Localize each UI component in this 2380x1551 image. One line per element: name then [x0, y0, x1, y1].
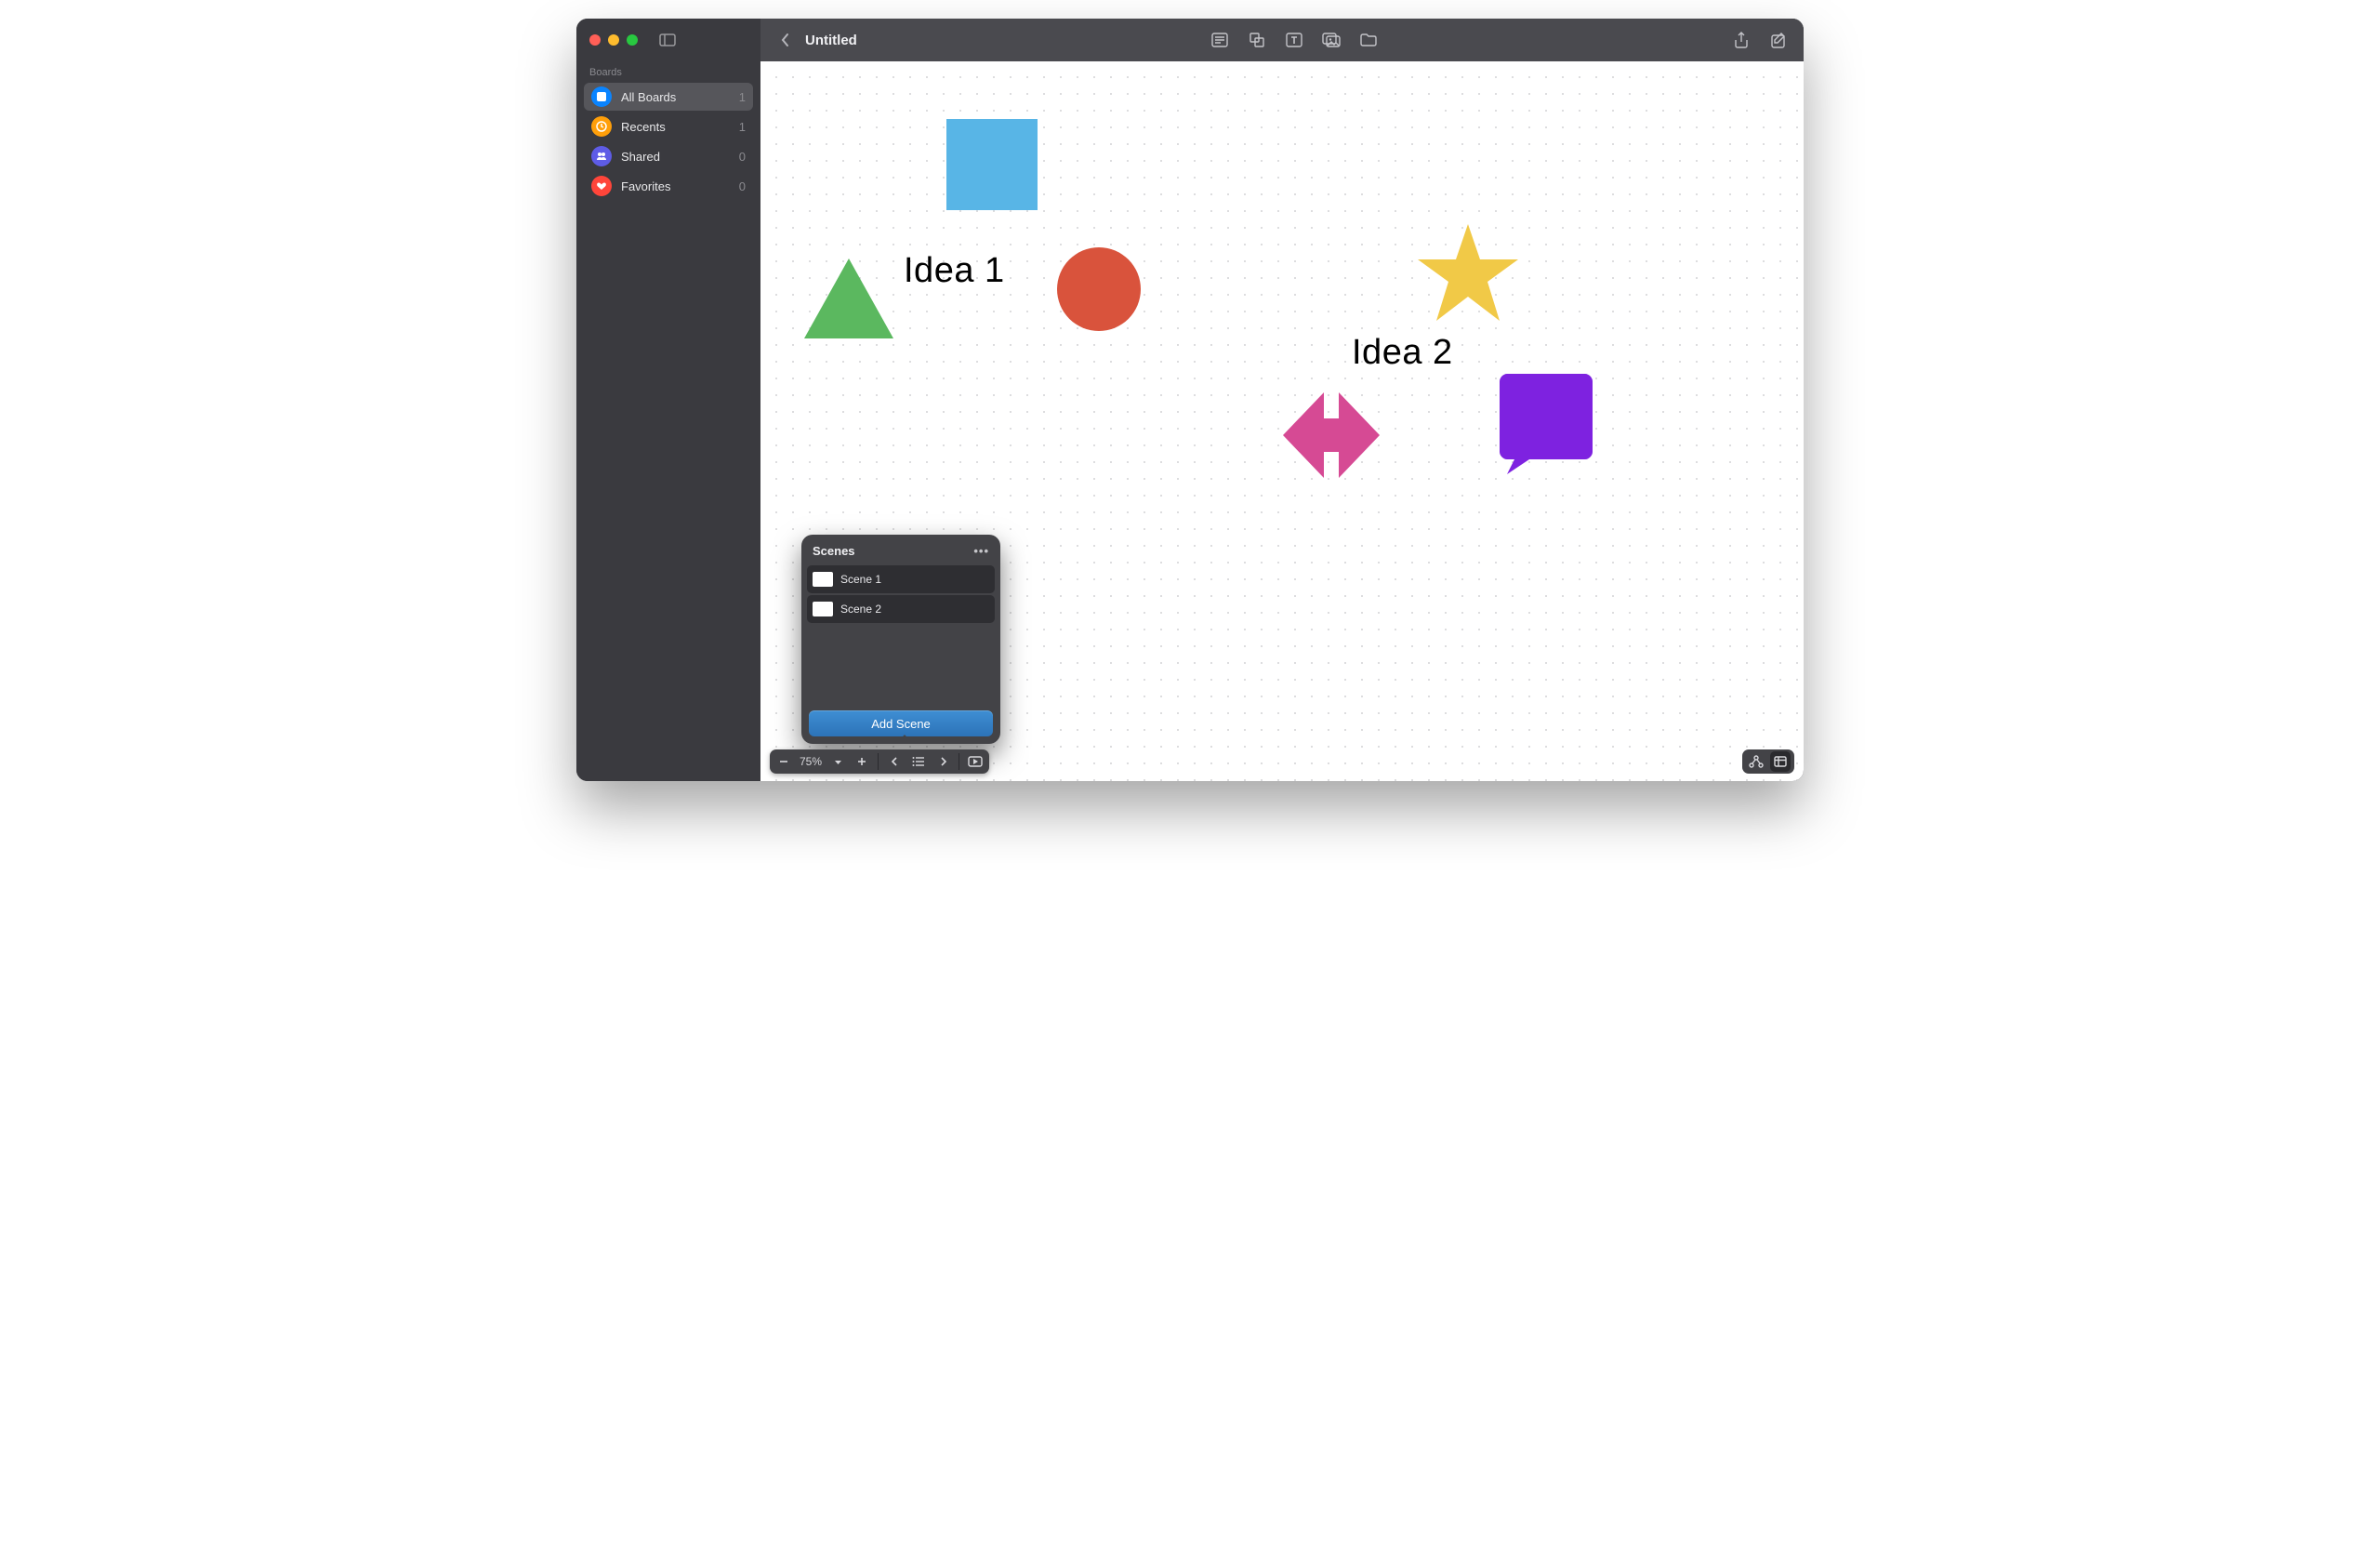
shape-circle-red[interactable] — [1057, 247, 1141, 336]
scenes-title: Scenes — [813, 544, 855, 558]
shape-speech-purple[interactable] — [1500, 374, 1593, 479]
scene-list-button[interactable] — [908, 751, 929, 772]
zoom-dropdown-icon[interactable] — [827, 751, 848, 772]
sidebar-item-count: 1 — [739, 120, 746, 134]
scene-label: Scene 1 — [840, 573, 881, 586]
favorites-icon — [591, 176, 612, 196]
shape-double-arrow-pink[interactable] — [1283, 389, 1380, 486]
shape-tool-icon[interactable] — [1247, 30, 1267, 50]
zoom-out-button[interactable] — [774, 751, 794, 772]
toolbar: Untitled — [760, 19, 1804, 61]
scene-list: Scene 1 Scene 2 — [801, 565, 1000, 625]
document-title[interactable]: Untitled — [805, 33, 857, 48]
zoom-in-button[interactable] — [852, 751, 872, 772]
sidebar-item-label: All Boards — [621, 90, 676, 104]
share-icon[interactable] — [1731, 30, 1752, 50]
sidebar-item-all-boards[interactable]: All Boards 1 — [584, 83, 753, 111]
canvas-viewport[interactable]: Idea 1 Idea 2 Scenes ••• Scene 1 Scene 2 — [760, 61, 1804, 781]
fullscreen-window-button[interactable] — [627, 34, 638, 46]
scenes-popover: Scenes ••• Scene 1 Scene 2 Add Scene — [801, 535, 1000, 744]
scene-row[interactable]: Scene 2 — [807, 595, 995, 623]
minimize-window-button[interactable] — [608, 34, 619, 46]
sidebar-item-count: 0 — [739, 150, 746, 164]
sidebar-item-label: Recents — [621, 120, 666, 134]
canvas-text-idea-1[interactable]: Idea 1 — [904, 251, 1005, 291]
scene-thumbnail-icon — [813, 602, 833, 616]
main-area: Untitled — [760, 19, 1804, 781]
shared-icon — [591, 146, 612, 166]
sidebar-item-count: 1 — [739, 90, 746, 104]
scene-thumbnail-icon — [813, 572, 833, 587]
next-scene-button[interactable] — [932, 751, 953, 772]
sidebar-item-label: Shared — [621, 150, 660, 164]
note-tool-icon[interactable] — [1210, 30, 1230, 50]
insert-tool-group — [1210, 30, 1379, 50]
text-tool-icon[interactable] — [1284, 30, 1304, 50]
grid-view-button[interactable] — [1770, 751, 1791, 772]
scenes-header: Scenes ••• — [801, 535, 1000, 565]
image-tool-icon[interactable] — [1321, 30, 1342, 50]
scene-row[interactable]: Scene 1 — [807, 565, 995, 593]
scenes-more-icon[interactable]: ••• — [973, 544, 989, 558]
sidebar-item-count: 0 — [739, 179, 746, 193]
canvas-text-idea-2[interactable]: Idea 2 — [1352, 333, 1453, 373]
view-mode-bar — [1742, 749, 1794, 774]
sidebar: Boards All Boards 1 Recents 1 Shared 0 — [576, 19, 760, 781]
recents-icon — [591, 116, 612, 137]
zoom-bar: 75% — [770, 749, 989, 774]
prev-scene-button[interactable] — [884, 751, 905, 772]
outline-view-button[interactable] — [1746, 751, 1766, 772]
share-tool-group — [1731, 30, 1789, 50]
sidebar-item-favorites[interactable]: Favorites 0 — [584, 172, 753, 200]
app-window: Boards All Boards 1 Recents 1 Shared 0 — [576, 19, 1804, 781]
add-scene-button[interactable]: Add Scene — [809, 710, 993, 736]
zoom-level[interactable]: 75% — [798, 755, 824, 768]
edit-icon[interactable] — [1768, 30, 1789, 50]
sidebar-toggle-icon[interactable] — [654, 31, 681, 49]
sidebar-item-shared[interactable]: Shared 0 — [584, 142, 753, 170]
scene-label: Scene 2 — [840, 603, 881, 616]
folder-tool-icon[interactable] — [1358, 30, 1379, 50]
shape-square-blue[interactable] — [946, 119, 1038, 215]
present-button[interactable] — [965, 751, 985, 772]
traffic-lights — [589, 34, 638, 46]
all-boards-icon — [591, 86, 612, 107]
window-titlebar — [576, 19, 760, 61]
sidebar-item-label: Favorites — [621, 179, 670, 193]
sidebar-section-header: Boards — [576, 61, 760, 82]
back-button[interactable] — [775, 30, 796, 50]
close-window-button[interactable] — [589, 34, 601, 46]
sidebar-item-recents[interactable]: Recents 1 — [584, 113, 753, 140]
shape-triangle-green[interactable] — [804, 258, 893, 343]
shape-star-yellow[interactable] — [1418, 224, 1518, 325]
